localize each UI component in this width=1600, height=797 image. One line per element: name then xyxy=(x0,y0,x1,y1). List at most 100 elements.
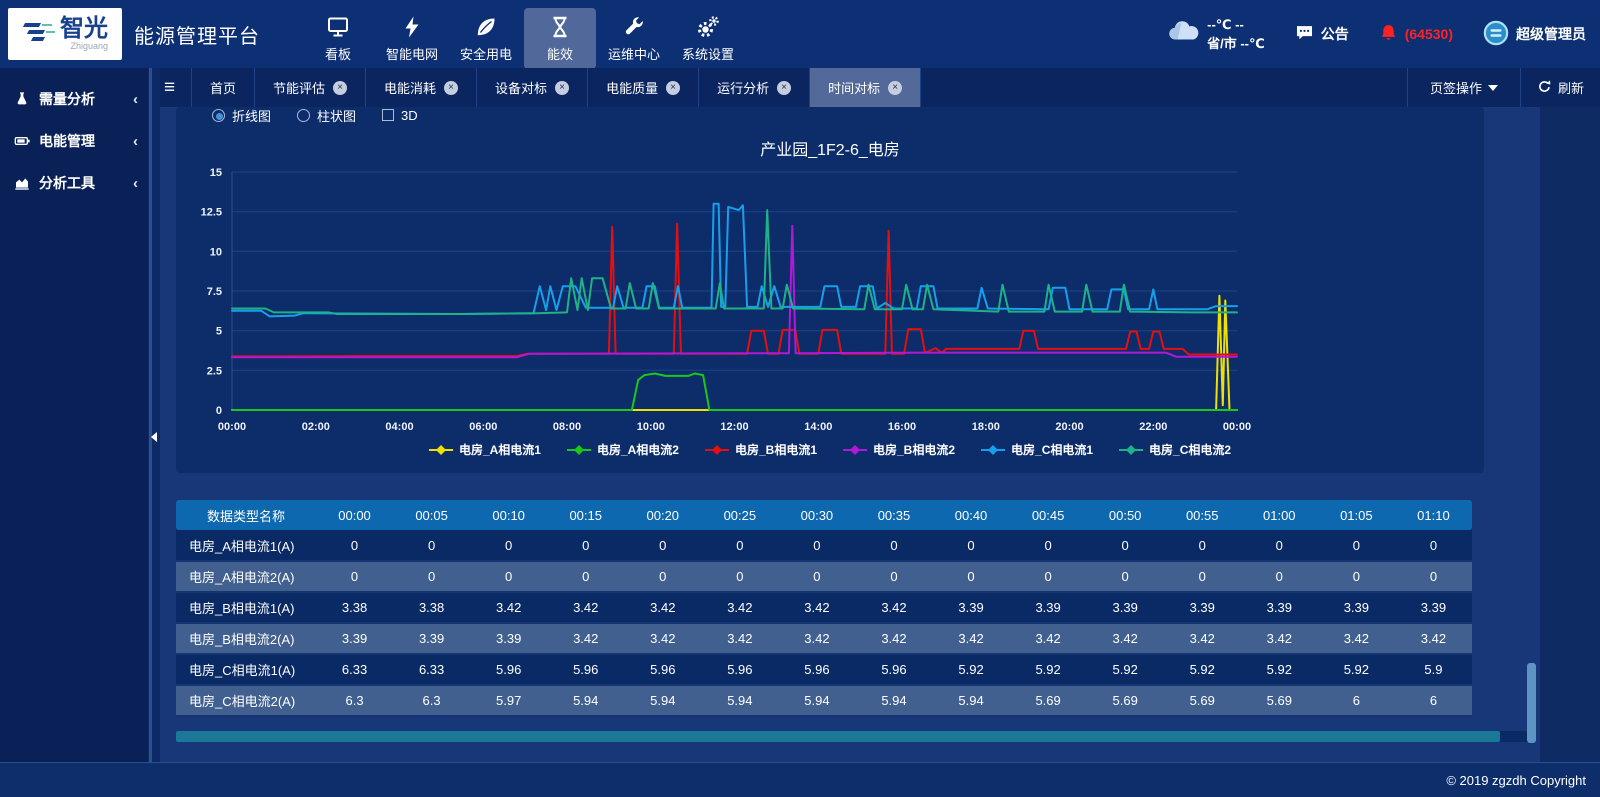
tab-operations-label: 页签操作 xyxy=(1430,78,1482,97)
logo-mark-icon xyxy=(22,17,56,52)
legend-item-电房_B相电流1[interactable]: 电房_B相电流1 xyxy=(705,441,817,458)
chart-title: 产业园_1F2-6_电房 xyxy=(176,136,1484,158)
legend-label: 电房_A相电流1 xyxy=(459,441,541,458)
table-cell: 0 xyxy=(1241,530,1318,561)
table-cell: 6 xyxy=(1318,685,1395,716)
legend-item-电房_B相电流2[interactable]: 电房_B相电流2 xyxy=(843,441,955,458)
logo-text: 智光 xyxy=(60,17,108,41)
refresh-button[interactable]: 刷新 xyxy=(1520,68,1600,107)
column-header: 00:35 xyxy=(855,500,932,530)
table-cell: 0 xyxy=(1164,530,1241,561)
chart-legend: 电房_A相电流1 电房_A相电流2 电房_B相电流1 电房_B相电流2 电房_C相电流1… xyxy=(176,441,1484,458)
table-cell: 3.39 xyxy=(1318,592,1395,623)
legend-label: 电房_B相电流2 xyxy=(873,441,955,458)
tab-运行分析[interactable]: 运行分析× xyxy=(699,68,810,107)
vertical-scrollbar-thumb[interactable] xyxy=(1527,663,1536,743)
tab-电能质量[interactable]: 电能质量 × xyxy=(588,68,699,107)
footer: © 2019 zgzdh Copyright xyxy=(0,762,1600,797)
svg-text:16:00: 16:00 xyxy=(888,421,916,433)
checkbox-label: 3D xyxy=(401,108,418,123)
sidebar-item-电能管理[interactable]: 电能管理‹ xyxy=(0,120,148,162)
radio-柱状图[interactable]: 柱状图 xyxy=(297,107,356,125)
radio-icon[interactable] xyxy=(212,109,225,122)
radio-折线图[interactable]: 折线图 xyxy=(212,107,271,125)
nav-item-能效[interactable]: 能效 xyxy=(524,8,596,69)
tab-close-icon[interactable]: × xyxy=(444,81,458,95)
legend-label: 电房_C相电流1 xyxy=(1011,441,1093,458)
notice-button[interactable]: 公告 xyxy=(1295,23,1349,45)
smart-grid-icon xyxy=(400,15,424,39)
svg-text:00:00: 00:00 xyxy=(218,421,246,433)
table-cell: 3.42 xyxy=(1087,623,1164,654)
tab-label: 电能质量 xyxy=(606,78,658,97)
demand-analysis-icon xyxy=(14,91,30,107)
table-cell: 3.42 xyxy=(1318,623,1395,654)
table-cell: 3.39 xyxy=(933,592,1010,623)
refresh-icon xyxy=(1537,79,1552,97)
column-header: 00:05 xyxy=(393,500,470,530)
sidebar-divider xyxy=(148,68,160,762)
table-row: 电房_B相电流1(A)3.383.383.423.423.423.423.423… xyxy=(176,592,1472,623)
sidebar-item-分析工具[interactable]: 分析工具‹ xyxy=(0,162,148,204)
horizontal-scrollbar-thumb[interactable] xyxy=(176,731,1500,742)
table-cell: 3.39 xyxy=(393,623,470,654)
nav-item-运维中心[interactable]: 运维中心 xyxy=(598,8,670,69)
svg-text:2.5: 2.5 xyxy=(207,365,222,377)
table-cell: 5.92 xyxy=(1010,654,1087,685)
tab-电能消耗[interactable]: 电能消耗× xyxy=(366,68,477,107)
radio-icon[interactable] xyxy=(297,109,310,122)
chevron-down-icon xyxy=(1488,85,1498,91)
table-cell: 6.3 xyxy=(393,685,470,716)
sidebar-item-需量分析[interactable]: 需量分析‹ xyxy=(0,78,148,120)
table-cell: 5.69 xyxy=(1087,685,1164,716)
table-cell: 5.69 xyxy=(1164,685,1241,716)
checkbox-3D[interactable]: 3D xyxy=(382,108,418,123)
alarm-button[interactable]: (64530) xyxy=(1379,23,1453,45)
tab-close-icon[interactable]: × xyxy=(888,81,902,95)
tab-首页[interactable]: 首页 xyxy=(192,68,255,107)
legend-item-电房_C相电流1[interactable]: 电房_C相电流1 xyxy=(981,441,1093,458)
logo[interactable]: 智光 Zhiguang xyxy=(8,8,122,60)
table-cell: 0 xyxy=(1318,561,1395,592)
tab-close-icon[interactable]: × xyxy=(666,81,680,95)
table-cell: 0 xyxy=(1395,530,1472,561)
chat-icon xyxy=(1295,23,1314,45)
checkbox-icon[interactable] xyxy=(382,109,394,121)
legend-item-电房_A相电流2[interactable]: 电房_A相电流2 xyxy=(567,441,679,458)
table-cell: 5.69 xyxy=(1241,685,1318,716)
chart-area: 02.557.51012.51500:0002:0004:0006:0008:0… xyxy=(176,160,1484,441)
horizontal-scrollbar-track[interactable] xyxy=(176,731,1530,742)
svg-text:14:00: 14:00 xyxy=(804,421,832,433)
table-cell: 0 xyxy=(547,530,624,561)
nav-item-系统设置[interactable]: 系统设置 xyxy=(672,8,744,69)
tab-close-icon[interactable]: × xyxy=(333,81,347,95)
svg-text:00:00: 00:00 xyxy=(1223,421,1251,433)
row-label: 电房_B相电流2(A) xyxy=(176,623,316,654)
legend-marker-icon xyxy=(429,445,453,455)
table-cell: 3.42 xyxy=(547,592,624,623)
nav-item-label: 智能电网 xyxy=(386,44,438,63)
line-chart-svg: 02.557.51012.51500:0002:0004:0006:0008:0… xyxy=(176,160,1484,436)
tab-close-icon[interactable]: × xyxy=(777,81,791,95)
table-cell: 0 xyxy=(1318,530,1395,561)
sidebar-collapse-handle[interactable] xyxy=(150,430,158,444)
tab-operations-dropdown[interactable]: 页签操作 xyxy=(1407,68,1520,107)
table-cell: 0 xyxy=(547,561,624,592)
tab-时间对标[interactable]: 时间对标× xyxy=(810,68,921,107)
legend-item-电房_C相电流2[interactable]: 电房_C相电流2 xyxy=(1119,441,1231,458)
nav-item-看板[interactable]: 看板 xyxy=(302,8,374,69)
table-row: 电房_A相电流1(A)000000000000000 xyxy=(176,530,1472,561)
user-name: 超级管理员 xyxy=(1516,24,1586,44)
nav-item-智能电网[interactable]: 智能电网 xyxy=(376,8,448,69)
energy-efficiency-icon xyxy=(548,15,572,39)
table-cell: 5.94 xyxy=(933,685,1010,716)
main-content: 折线图 柱状图 3D 产业园_1F2-6_电房 02.557.51012.51500… xyxy=(160,107,1540,762)
nav-item-安全用电[interactable]: 安全用电 xyxy=(450,8,522,69)
tab-设备对标[interactable]: 设备对标× xyxy=(477,68,588,107)
tab-close-icon[interactable]: × xyxy=(555,81,569,95)
sidebar-scrollbar[interactable] xyxy=(149,68,152,762)
user-menu[interactable]: 超级管理员 xyxy=(1483,20,1586,49)
tab-节能评估[interactable]: 节能评估× xyxy=(255,68,366,107)
legend-item-电房_A相电流1[interactable]: 电房_A相电流1 xyxy=(429,441,541,458)
data-table: 数据类型名称00:0000:0500:1000:1500:2000:2500:3… xyxy=(176,500,1472,717)
